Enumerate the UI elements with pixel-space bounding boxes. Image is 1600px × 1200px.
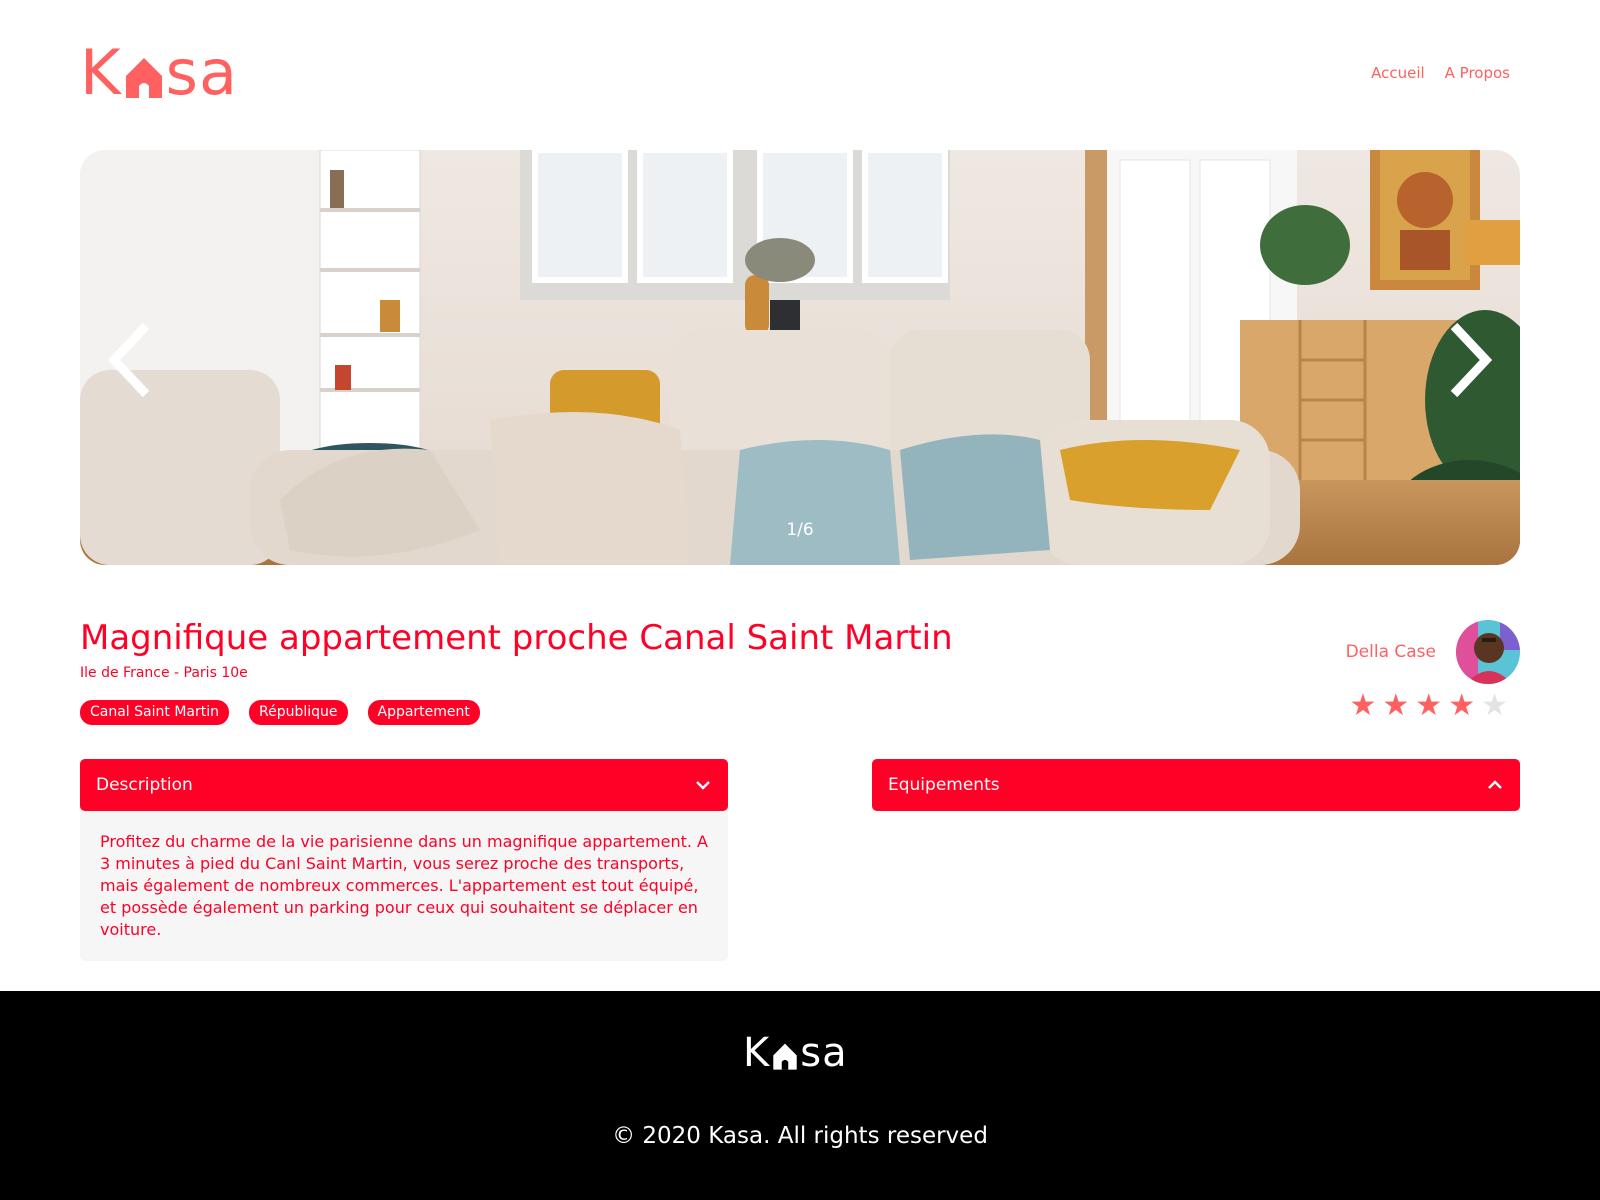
main-nav: Accueil A Propos bbox=[1371, 64, 1510, 82]
house-icon bbox=[772, 1033, 798, 1073]
kasa-logo[interactable]: K s a bbox=[80, 40, 238, 104]
star-icon: ★ bbox=[1481, 688, 1508, 723]
image-carousel: 1/6 bbox=[80, 150, 1520, 565]
house-icon bbox=[124, 42, 164, 104]
listing-photo bbox=[80, 150, 1520, 565]
listing-location: Ile de France - Paris 10e bbox=[80, 665, 248, 681]
logo-letter-s: s bbox=[165, 36, 199, 109]
avatar bbox=[1456, 620, 1520, 684]
description-text: Profitez du charme de la vie parisienne … bbox=[80, 803, 728, 961]
footer: K s a © 2020 Kasa. All rights reserved bbox=[0, 991, 1600, 1200]
logo-letter-k: K bbox=[743, 1030, 771, 1076]
logo-letter-k: K bbox=[80, 36, 122, 109]
star-icon: ★ bbox=[1382, 688, 1410, 723]
nav-link-accueil[interactable]: Accueil bbox=[1371, 64, 1425, 82]
chevron-right-icon bbox=[1450, 322, 1493, 398]
tag: Canal Saint Martin bbox=[80, 700, 229, 725]
star-icon: ★ bbox=[1349, 688, 1377, 723]
carousel-counter: 1/6 bbox=[786, 520, 814, 540]
header: K s a Accueil A Propos bbox=[80, 40, 1520, 104]
nav-link-a-propos[interactable]: A Propos bbox=[1445, 64, 1510, 82]
description-collapse: Description Profitez du charme de la vie… bbox=[80, 759, 728, 961]
host-info: Della Case bbox=[1346, 620, 1520, 684]
description-label: Description bbox=[96, 775, 193, 795]
footer-logo: K s a bbox=[743, 1031, 848, 1073]
equipements-label: Equipements bbox=[888, 775, 1000, 795]
equipements-collapse: Equipements bbox=[872, 759, 1520, 811]
chevron-left-icon bbox=[107, 322, 150, 398]
description-toggle[interactable]: Description bbox=[80, 759, 728, 811]
copyright: © 2020 Kasa. All rights reserved bbox=[612, 1123, 988, 1149]
logo-letter-a: a bbox=[822, 1030, 848, 1076]
logo-letter-s: s bbox=[800, 1030, 823, 1076]
chevron-down-icon bbox=[696, 781, 710, 790]
tag: Appartement bbox=[367, 700, 480, 725]
host-rating: ★ ★ ★ ★ ★ bbox=[1349, 688, 1508, 724]
logo-letter-a: a bbox=[198, 36, 238, 109]
star-icon: ★ bbox=[1415, 688, 1443, 723]
tag-list: Canal Saint Martin République Appartemen… bbox=[80, 700, 480, 725]
carousel-next-button[interactable] bbox=[1440, 320, 1500, 400]
host-name: Della Case bbox=[1345, 642, 1436, 662]
carousel-prev-button[interactable] bbox=[100, 320, 160, 400]
chevron-up-icon bbox=[1488, 780, 1502, 789]
tag: République bbox=[248, 700, 348, 725]
listing-title: Magnifique appartement proche Canal Sain… bbox=[80, 618, 953, 658]
star-icon: ★ bbox=[1448, 688, 1476, 723]
equipements-toggle[interactable]: Equipements bbox=[872, 759, 1520, 811]
